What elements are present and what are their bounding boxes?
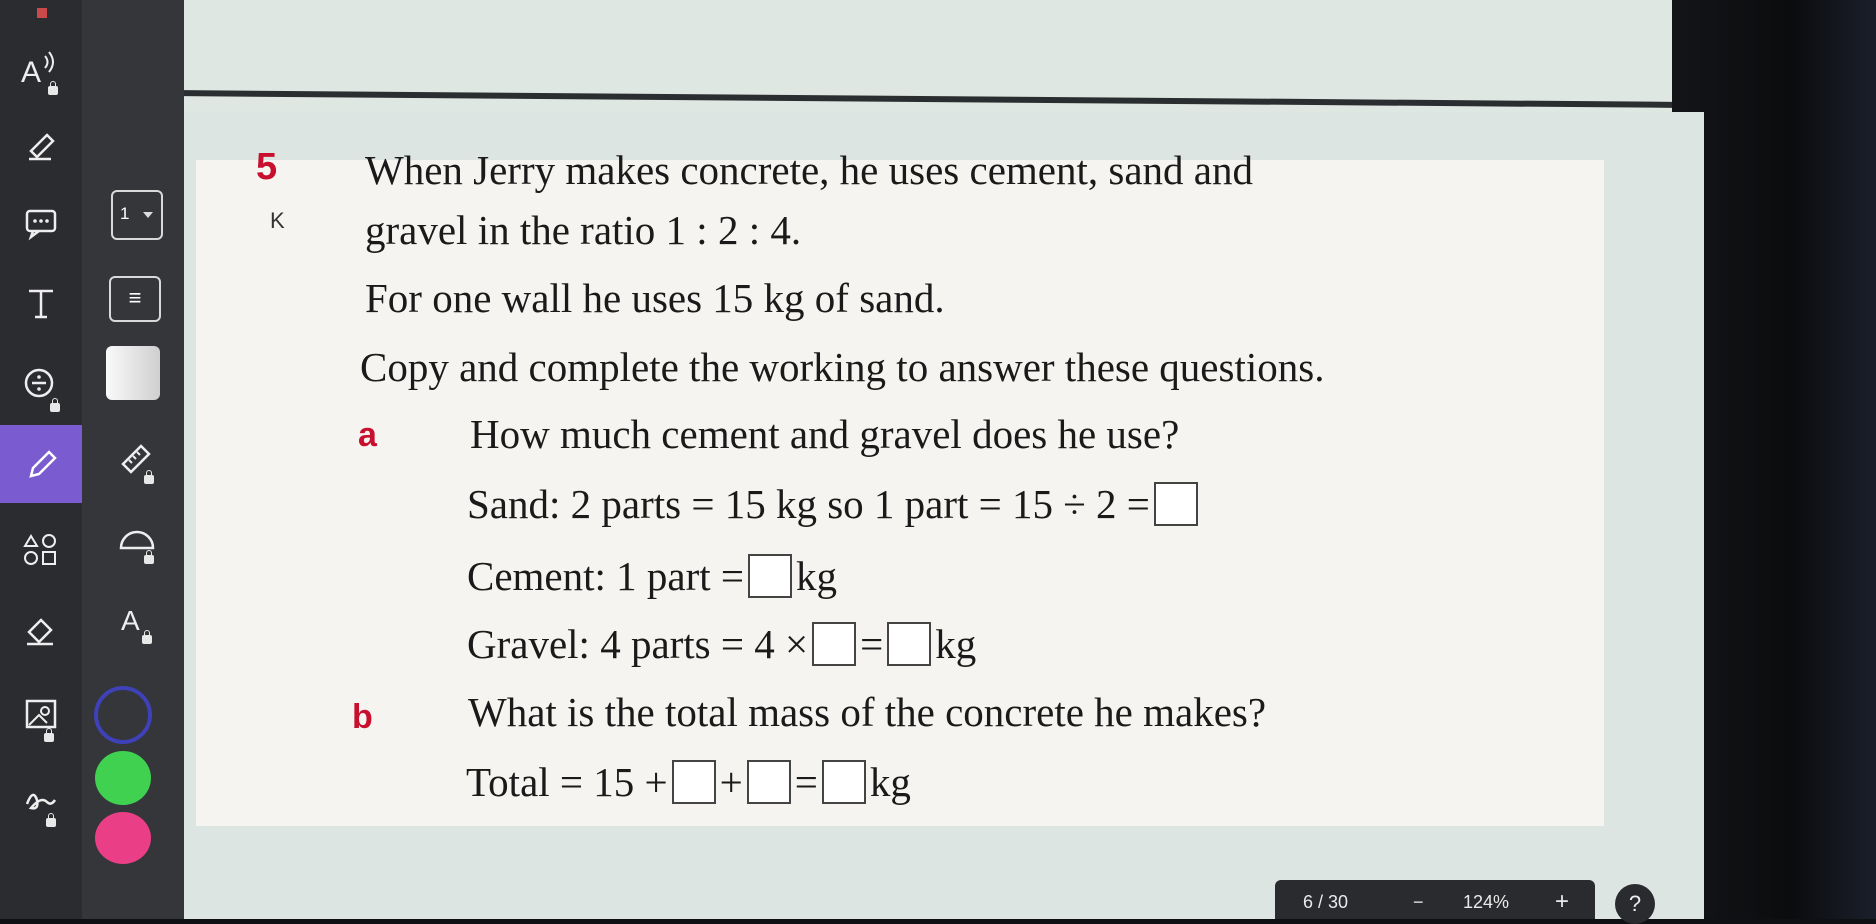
chevron-down-icon [143,212,153,218]
zoom-in-button[interactable]: + [1555,888,1569,916]
sand-working: Sand: 2 parts = 15 kg so 1 part = 15 ÷ 2… [467,480,1202,528]
answer-box-sand[interactable] [1153,482,1198,526]
color-swatch-pink[interactable] [95,812,151,864]
cement-working: Cement: 1 part = kg [467,552,837,600]
cement-text: Cement: 1 part = [467,553,745,599]
gravel-working: Gravel: 4 parts = 4 × = kg [467,620,976,668]
part-b-prompt: What is the total mass of the concrete h… [468,689,1267,735]
previous-page-area [184,0,1672,125]
question-number: 5 [256,146,278,188]
top-partial-icon[interactable] [0,0,82,30]
total-unit: kg [869,759,911,805]
color-swatch-green[interactable] [95,751,151,805]
question-line-4: Copy and complete the working to answer … [360,344,1325,390]
cement-unit: kg [796,553,838,599]
pencil-icon[interactable] [0,425,82,503]
k-mark: K [270,208,285,233]
gravel-text: Gravel: 4 parts = 4 × [467,621,809,667]
zoom-out-button[interactable]: − [1413,892,1424,913]
part-a-prompt: How much cement and gravel does he use? [470,411,1180,457]
answer-box-cement[interactable] [748,554,793,598]
svg-text:A: A [21,56,41,89]
text-icon[interactable] [0,275,82,330]
page-indicator: 6 / 30 [1303,892,1349,912]
part-a-letter: a [358,416,377,454]
gravel-unit: kg [935,621,977,667]
help-button[interactable]: ? [1615,884,1655,924]
protractor-icon[interactable] [112,515,162,565]
total-plus: + [719,759,743,805]
gravel-equals: = [860,621,884,667]
eraser-icon[interactable] [0,600,82,660]
color-swatch-white[interactable] [106,346,160,400]
svg-text:A: A [121,605,140,636]
total-equals: = [794,759,818,805]
answer-box-total-1[interactable] [671,760,716,804]
color-ring-blue[interactable] [94,686,152,744]
help-icon: ? [1628,891,1642,916]
highlighter-icon[interactable] [0,115,82,175]
question-line-2: gravel in the ratio 1 : 2 : 4. [365,207,802,253]
line-style-button[interactable]: ≡ [109,276,161,322]
image-icon[interactable] [0,685,82,745]
zoom-level: 124% [1463,892,1510,912]
shapes-icon[interactable] [0,520,82,580]
page-size-value: 1 [120,204,130,223]
calculator-icon[interactable] [0,355,82,412]
total-text: Total = 15 + [466,759,668,805]
answer-box-total-2[interactable] [746,760,791,804]
question-line-1: When Jerry makes concrete, he uses cemen… [365,147,1253,193]
answer-box-gravel-part[interactable] [812,622,857,666]
question-line-3: For one wall he uses 15 kg of sand. [365,275,945,321]
total-working: Total = 15 + + = kg [466,758,911,806]
part-b-letter: b [352,698,373,736]
answer-box-total-3[interactable] [821,760,866,804]
comment-icon[interactable] [0,195,82,250]
line-style-icon: ≡ [128,285,142,310]
answer-box-gravel-total[interactable] [887,622,932,666]
status-bar: 6 / 30 − 124% + [1275,880,1595,919]
font-size-icon[interactable]: A [112,595,162,645]
ruler-icon[interactable] [112,435,162,485]
text-to-speech-icon[interactable]: A [0,40,82,100]
signature-icon[interactable] [0,770,82,830]
sand-text: Sand: 2 parts = 15 kg so 1 part = 15 ÷ 2… [467,481,1150,527]
page-size-dropdown[interactable]: 1 [111,190,163,240]
